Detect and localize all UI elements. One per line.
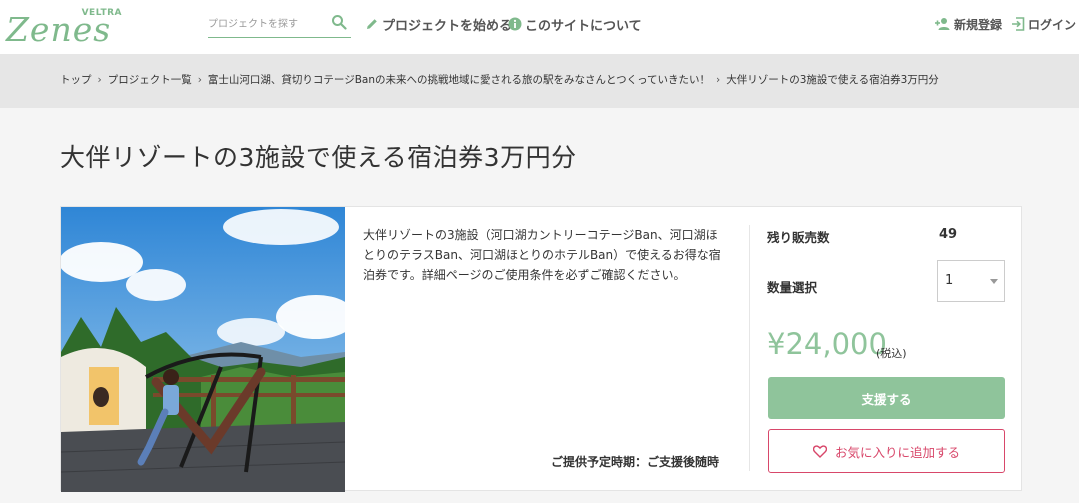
site-header: VELTRA Zenes プロジェクトを始める このサイトについて 新規登録 xyxy=(0,0,1079,54)
breadcrumb-separator: › xyxy=(716,73,721,86)
reward-photo xyxy=(61,207,345,492)
search-box xyxy=(208,10,351,38)
login-label: ログイン xyxy=(1028,17,1077,32)
reward-card: 大伴リゾートの3施設（河口湖カントリーコテージBan、河口湖ほとりのテラスBan… xyxy=(60,206,1022,492)
breadcrumb-item-project-list[interactable]: プロジェクト一覧 xyxy=(108,72,192,87)
add-favorite-button[interactable]: お気に入りに追加する xyxy=(768,429,1005,473)
login-link[interactable]: ログイン xyxy=(1011,14,1076,34)
caret-down-icon xyxy=(990,279,998,284)
support-button[interactable]: 支援する xyxy=(768,377,1005,419)
about-site-label: このサイトについて xyxy=(525,18,642,34)
breadcrumb-item-project[interactable]: 富士山河口湖、貸切りコテージBanの未来への挑戦地域に愛される旅の駅をみなさんと… xyxy=(208,72,710,87)
quantity-select[interactable]: 1 xyxy=(937,260,1005,302)
search-icon[interactable] xyxy=(331,14,347,30)
logo-wordmark: Zenes xyxy=(6,10,112,49)
quantity-label: 数量選択 xyxy=(767,280,818,295)
remaining-label: 残り販売数 xyxy=(767,230,830,245)
reward-description: 大伴リゾートの3施設（河口湖カントリーコテージBan、河口湖ほとりのテラスBan… xyxy=(363,228,721,282)
breadcrumb: トップ › プロジェクト一覧 › 富士山河口湖、貸切りコテージBanの未来への挑… xyxy=(60,72,939,87)
pencil-icon xyxy=(367,19,377,29)
about-site-link[interactable]: このサイトについて xyxy=(508,14,642,34)
site-logo[interactable]: VELTRA Zenes xyxy=(4,4,128,49)
register-link[interactable]: 新規登録 xyxy=(935,14,1002,34)
price: ¥24,000 xyxy=(767,327,887,361)
breadcrumb-separator: › xyxy=(97,73,102,86)
delivery-schedule: ご提供予定時期：ご支援後随時 xyxy=(551,455,720,469)
login-icon xyxy=(1012,17,1025,31)
support-button-label: 支援する xyxy=(861,391,912,407)
add-favorite-label: お気に入りに追加する xyxy=(834,444,960,460)
breadcrumb-item-top[interactable]: トップ xyxy=(60,72,92,87)
column-divider xyxy=(749,225,750,471)
remaining-count: 49 xyxy=(939,227,958,242)
start-project-label: プロジェクトを始める xyxy=(382,18,513,34)
register-label: 新規登録 xyxy=(954,17,1003,32)
info-icon xyxy=(508,17,522,31)
breadcrumb-separator: › xyxy=(197,73,202,86)
heart-icon xyxy=(812,444,827,458)
search-input[interactable] xyxy=(208,14,324,34)
start-project-link[interactable]: プロジェクトを始める xyxy=(365,14,512,34)
page-title: 大伴リゾートの3施設で使える宿泊券3万円分 xyxy=(60,143,577,172)
quantity-selected-value: 1 xyxy=(945,273,954,288)
breadcrumb-bar: トップ › プロジェクト一覧 › 富士山河口湖、貸切りコテージBanの未来への挑… xyxy=(0,54,1079,108)
breadcrumb-item-current: 大伴リゾートの3施設で使える宿泊券3万円分 xyxy=(726,74,939,86)
tax-note: (税込) xyxy=(876,347,907,360)
person-plus-icon xyxy=(935,18,950,30)
